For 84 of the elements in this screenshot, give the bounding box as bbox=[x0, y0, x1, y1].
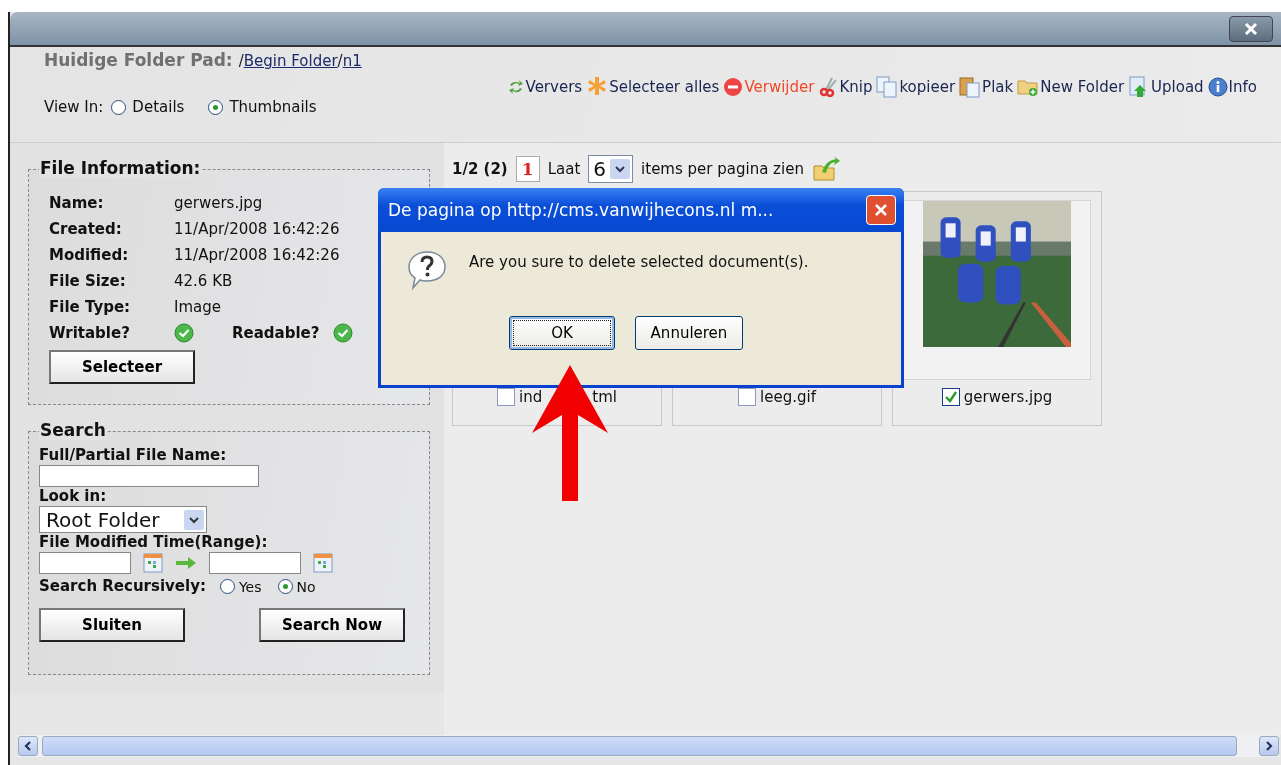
radio-label: Yes bbox=[238, 578, 262, 595]
thumbnail-card[interactable]: gerwers.jpg bbox=[892, 191, 1102, 426]
look-in-dropdown[interactable]: Root Folder bbox=[39, 506, 207, 533]
info-value: gerwers.jpg bbox=[174, 194, 263, 212]
toolbar-button[interactable]: Selecteer alles bbox=[586, 76, 720, 98]
horizontal-scrollbar[interactable] bbox=[18, 735, 1279, 757]
radio-button[interactable] bbox=[219, 579, 235, 594]
info-value: Image bbox=[174, 298, 221, 316]
path-link[interactable]: Begin Folder bbox=[243, 52, 338, 70]
caret-icon bbox=[188, 514, 200, 525]
caret-icon bbox=[614, 164, 627, 174]
toolbar-button[interactable]: Knip bbox=[818, 77, 873, 97]
radio-button[interactable] bbox=[111, 99, 127, 115]
info-value: 11/Apr/2008 16:42:26 bbox=[174, 246, 340, 264]
page-position: 1/2 (2) bbox=[452, 160, 508, 178]
path-label: Huidige Folder Pad: bbox=[44, 50, 233, 70]
select-button[interactable]: Selecteer bbox=[49, 350, 195, 384]
file-name-field[interactable] bbox=[39, 465, 259, 487]
info-label: Name: bbox=[49, 194, 105, 212]
view-label: View In: bbox=[44, 98, 104, 116]
folder-go-icon[interactable] bbox=[811, 156, 840, 182]
toolbar-button[interactable]: New Folder bbox=[1017, 77, 1125, 97]
info-icon bbox=[1207, 77, 1228, 97]
scroll-left-icon[interactable] bbox=[23, 740, 33, 752]
radio-button[interactable] bbox=[277, 579, 293, 594]
info-label: Created: bbox=[49, 220, 123, 238]
checkbox[interactable] bbox=[738, 388, 757, 406]
file-name: gerwers.jpg bbox=[963, 388, 1053, 406]
toolbar-button[interactable]: Plak bbox=[959, 76, 1014, 98]
dialog-button[interactable]: Annuleren bbox=[635, 316, 743, 350]
dialog-button[interactable]: OK bbox=[509, 316, 615, 350]
scissors-icon bbox=[818, 77, 839, 97]
panel-title: Search bbox=[39, 420, 107, 440]
file-name: tml bbox=[592, 388, 617, 406]
calendar-icon[interactable] bbox=[313, 553, 333, 573]
radio-label: Details bbox=[132, 98, 185, 116]
field-label: Search Recursively: bbox=[39, 577, 206, 596]
search-panel-button[interactable]: Sluiten bbox=[39, 608, 185, 642]
info-label: Readable? bbox=[232, 324, 320, 342]
copy-icon bbox=[876, 76, 899, 98]
question-icon bbox=[405, 248, 449, 292]
toolbar-button[interactable]: Ververs bbox=[506, 78, 583, 96]
page-link[interactable]: 1 bbox=[515, 156, 540, 182]
scroll-right-icon[interactable] bbox=[1264, 740, 1274, 752]
field-label: File Modified Time(Range): bbox=[39, 533, 268, 552]
info-label: File Size: bbox=[49, 272, 127, 290]
asterisk-icon bbox=[586, 76, 609, 98]
info-label: Modified: bbox=[49, 246, 130, 264]
info-value: 11/Apr/2008 16:42:26 bbox=[174, 220, 340, 238]
checkbox[interactable] bbox=[941, 388, 960, 406]
close-button[interactable] bbox=[1229, 15, 1273, 42]
file-name: leeg.gif bbox=[760, 388, 816, 406]
info-value: 42.6 KB bbox=[174, 272, 233, 290]
field-label: Full/Partial File Name: bbox=[39, 446, 227, 465]
radio-label: Thumbnails bbox=[229, 98, 317, 116]
checkbox[interactable] bbox=[497, 388, 516, 406]
radio-label: No bbox=[296, 578, 316, 595]
path-link[interactable]: n1 bbox=[342, 52, 362, 70]
info-label: Writable? bbox=[49, 324, 131, 342]
dialog-title: De pagina op http://cms.vanwijhecons.nl m... bbox=[388, 200, 774, 220]
per-page-dropdown[interactable]: 6 bbox=[588, 155, 634, 183]
path-separator: / bbox=[238, 52, 244, 70]
pager-label: Laat bbox=[547, 160, 581, 178]
pager-label: items per pagina zien bbox=[641, 160, 804, 178]
file-name: ind bbox=[519, 388, 543, 406]
date-field[interactable] bbox=[209, 552, 301, 574]
toolbar-button[interactable]: Upload bbox=[1128, 76, 1204, 98]
close-icon bbox=[874, 203, 888, 217]
toolbar-button[interactable]: Info bbox=[1207, 77, 1257, 97]
calendar-icon[interactable] bbox=[143, 553, 163, 573]
close-icon bbox=[1243, 21, 1259, 36]
dialog-message: Are you sure to delete selected document(s). bbox=[469, 253, 809, 271]
field-label: Look in: bbox=[39, 487, 107, 506]
search-panel-button[interactable]: Search Now bbox=[259, 608, 405, 642]
date-field[interactable] bbox=[39, 552, 131, 574]
path-separator: / bbox=[337, 52, 343, 70]
info-label: File Type: bbox=[49, 298, 132, 316]
new-folder-icon bbox=[1017, 77, 1040, 97]
panel-title: File Information: bbox=[39, 158, 202, 178]
minus-circle-icon bbox=[723, 77, 744, 97]
clipboard-icon bbox=[959, 76, 982, 98]
arrow-right-icon bbox=[175, 556, 197, 570]
toolbar-button[interactable]: kopieer bbox=[876, 76, 956, 98]
radio-button[interactable] bbox=[208, 99, 224, 115]
